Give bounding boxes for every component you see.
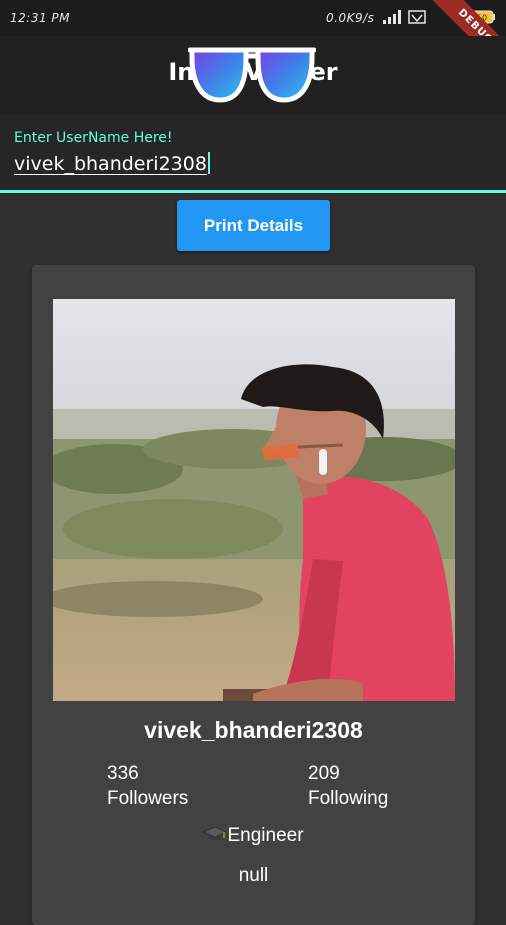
wifi-icon [408, 10, 426, 24]
followers-label: Followers [107, 788, 189, 809]
profile-username: vivek_bhanderi2308 [144, 717, 363, 743]
app-bar: Insta Viewer [0, 36, 506, 114]
followers-count: 336 [107, 763, 139, 784]
username-input-label: Enter UserName Here! [14, 130, 173, 146]
status-bar: 12:31 PM 0.0K9/s 50 DEBUG [0, 0, 506, 81]
graduation-cap-icon [203, 826, 228, 841]
profile-bio-text: Engineer [227, 825, 304, 846]
profile-photo-image [53, 299, 455, 701]
input-focus-underline [0, 190, 506, 193]
following-label: Following [308, 788, 389, 809]
following-stat: 209 Following [308, 761, 388, 811]
print-details-button[interactable]: Print Details [177, 200, 330, 251]
signal-icon [383, 10, 401, 24]
username-input-value: vivek_bhanderi2308 [14, 153, 207, 175]
profile-photo [53, 299, 455, 701]
username-input[interactable]: vivek_bhanderi2308 [14, 152, 210, 175]
profile-location: null [238, 865, 269, 886]
following-count: 209 [308, 763, 340, 784]
profile-bio: Engineer [32, 825, 475, 847]
followers-stat: 336 Followers [107, 761, 188, 811]
sunglasses-icon [188, 47, 316, 103]
profile-card: vivek_bhanderi2308 336 Followers 209 Fol… [32, 265, 475, 925]
status-time: 12:31 PM [10, 11, 70, 25]
username-input-field[interactable]: Enter UserName Here! vivek_bhanderi2308 [0, 114, 506, 194]
text-cursor [207, 152, 210, 174]
network-speed: 0.0K9/s [326, 11, 375, 25]
